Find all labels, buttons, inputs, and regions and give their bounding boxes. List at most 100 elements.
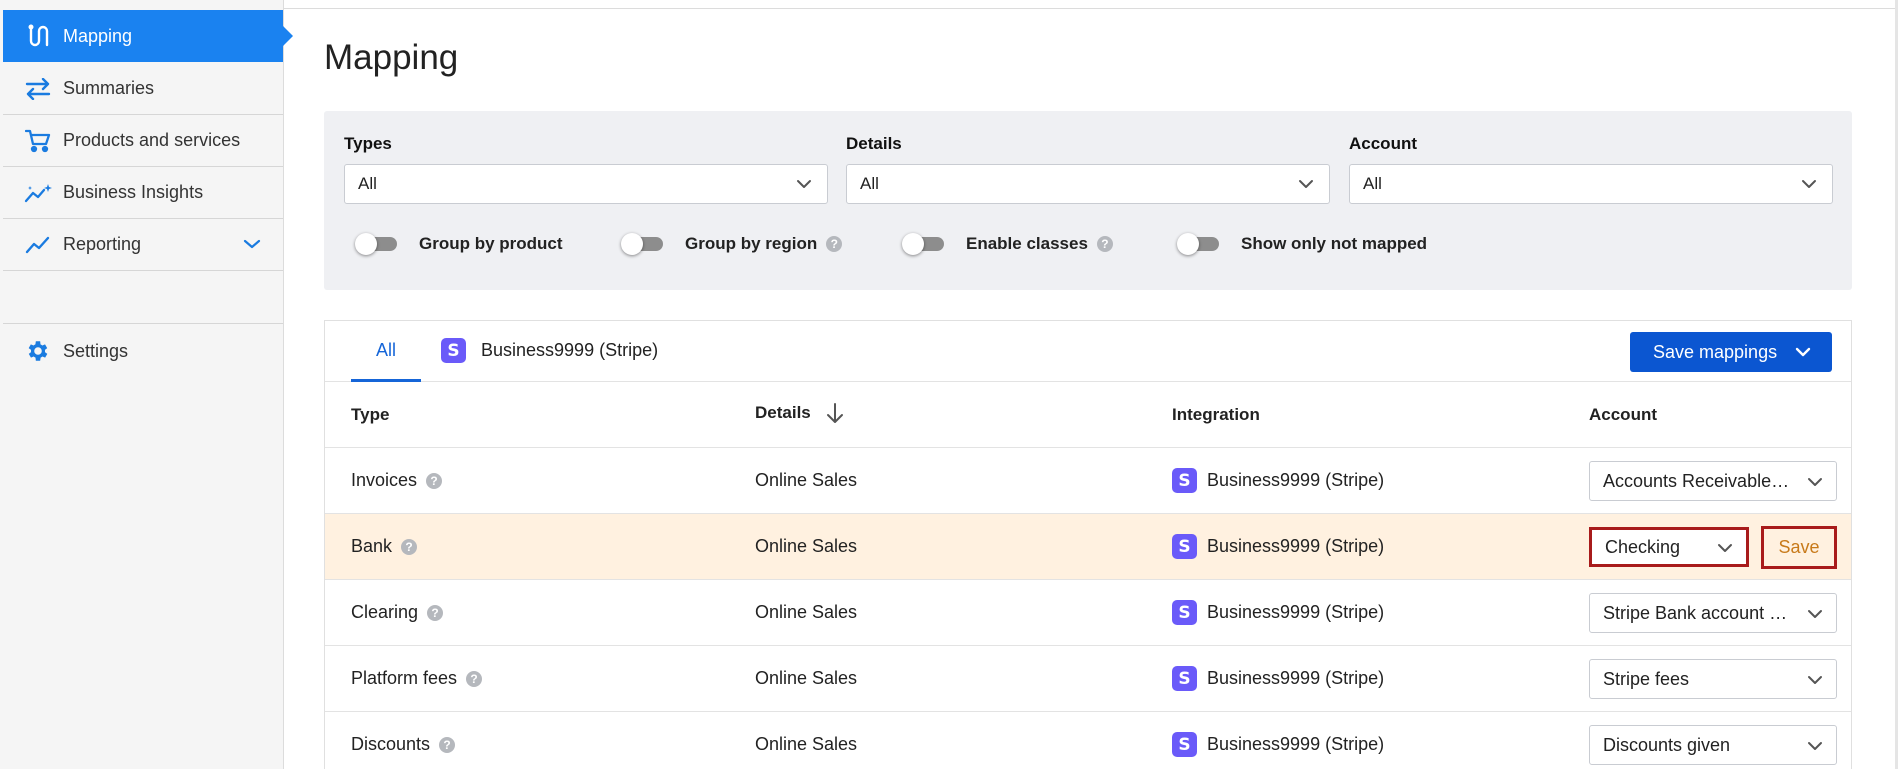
tab-label: Business9999 (Stripe) — [481, 340, 659, 360]
toggle-label: Show only not mapped — [1241, 234, 1428, 253]
types-select-value: All — [358, 174, 377, 193]
sidebar-item-products[interactable]: Products and services — [3, 115, 283, 167]
mapping-route-icon — [23, 21, 53, 51]
group-by-region-toggle-row: Group by region ? — [621, 233, 843, 255]
details-cell: Online Sales — [755, 602, 858, 622]
sidebar-item-label: Reporting — [63, 234, 142, 254]
type-cell: Bank ? — [351, 514, 418, 579]
help-icon[interactable]: ? — [439, 736, 456, 753]
type-label: Discounts — [351, 734, 431, 754]
account-value: Discounts given — [1603, 734, 1731, 755]
stripe-logo-icon: S — [1172, 732, 1197, 757]
gear-icon — [23, 336, 53, 366]
sidebar-item-settings[interactable]: Settings — [3, 325, 283, 377]
chevron-down-icon — [1806, 671, 1824, 694]
account-dropdown[interactable]: Stripe fees — [1589, 659, 1837, 699]
chevron-down-icon — [1716, 539, 1734, 562]
toggle-label: Enable classes — [966, 234, 1088, 253]
integration-label: Business9999 (Stripe) — [1207, 602, 1385, 622]
tabs-bar: All S Business9999 (Stripe) Save mapping… — [325, 321, 1851, 382]
details-cell: Online Sales — [755, 470, 858, 490]
account-value: Accounts Receivable (A/R) — [1603, 470, 1793, 491]
help-icon[interactable]: ? — [427, 604, 444, 621]
table-row: Invoices ? Online Sales S Business9999 (… — [325, 448, 1851, 514]
help-icon[interactable]: ? — [426, 472, 443, 489]
chevron-down-icon[interactable] — [243, 234, 261, 255]
sidebar-divider — [3, 272, 283, 324]
save-mappings-button[interactable]: Save mappings — [1630, 332, 1832, 372]
sparkle-chart-icon — [23, 178, 53, 208]
column-header-label: Details — [755, 403, 811, 422]
integration-cell: S Business9999 (Stripe) — [1172, 712, 1384, 769]
page-title: Mapping — [324, 38, 459, 77]
stripe-logo-icon: S — [1172, 534, 1197, 559]
integration-label: Business9999 (Stripe) — [1207, 470, 1385, 490]
details-cell: Online Sales — [755, 734, 858, 754]
sidebar: Mapping Summaries Products and services — [0, 0, 293, 769]
show-only-not-mapped-toggle-row: Show only not mapped — [1177, 233, 1427, 255]
account-dropdown[interactable]: Checking — [1589, 527, 1749, 567]
stripe-logo-icon: S — [1172, 666, 1197, 691]
types-filter-label: Types — [344, 134, 392, 153]
tab-all[interactable]: All — [351, 321, 421, 382]
account-dropdown[interactable]: Discounts given — [1589, 725, 1837, 765]
integration-cell: S Business9999 (Stripe) — [1172, 514, 1384, 579]
group-by-product-toggle[interactable] — [355, 233, 399, 255]
types-select[interactable]: All — [344, 164, 828, 204]
help-icon[interactable]: ? — [466, 670, 483, 687]
column-header-type[interactable]: Type — [351, 405, 389, 425]
sidebar-item-summaries[interactable]: Summaries — [3, 63, 283, 115]
type-label: Bank — [351, 536, 393, 556]
sort-arrow-down-icon — [825, 402, 845, 424]
help-icon[interactable]: ? — [826, 236, 843, 252]
column-header-integration[interactable]: Integration — [1172, 405, 1260, 425]
details-select[interactable]: All — [846, 164, 1330, 204]
table-row-modified: Bank ? Online Sales S Business9999 (Stri… — [325, 514, 1851, 580]
account-select[interactable]: All — [1349, 164, 1833, 204]
show-only-not-mapped-toggle[interactable] — [1177, 233, 1221, 255]
help-icon[interactable]: ? — [401, 538, 418, 555]
group-by-region-toggle[interactable] — [621, 233, 665, 255]
sidebar-item-mapping[interactable]: Mapping — [3, 10, 293, 62]
save-row-button[interactable]: Save — [1761, 526, 1837, 569]
chevron-down-icon[interactable] — [1794, 344, 1812, 365]
filters-panel: Types All Details All Account All Group … — [324, 111, 1852, 290]
sidebar-item-label: Business Insights — [63, 182, 204, 202]
table-row: Discounts ? Online Sales S Business9999 … — [325, 712, 1851, 769]
sidebar-item-label: Summaries — [63, 78, 155, 98]
stripe-logo-icon: S — [441, 338, 466, 363]
type-cell: Invoices ? — [351, 448, 443, 513]
enable-classes-toggle-row: Enable classes ? — [902, 233, 1113, 255]
sidebar-item-label: Settings — [63, 340, 129, 361]
table-row: Platform fees ? Online Sales S Business9… — [325, 646, 1851, 712]
trend-line-icon — [23, 230, 53, 260]
integration-cell: S Business9999 (Stripe) — [1172, 448, 1384, 513]
account-dropdown[interactable]: Accounts Receivable (A/R) — [1589, 461, 1837, 501]
account-filter-label: Account — [1349, 134, 1417, 153]
chevron-down-icon — [1806, 473, 1824, 496]
save-mappings-label: Save mappings — [1653, 341, 1778, 362]
column-header-details[interactable]: Details — [755, 402, 845, 424]
enable-classes-toggle[interactable] — [902, 233, 946, 255]
integration-label: Business9999 (Stripe) — [1207, 536, 1385, 556]
account-dropdown[interactable]: Stripe Bank account (restricted) — [1589, 593, 1837, 633]
type-cell: Platform fees ? — [351, 646, 483, 711]
chevron-down-icon — [1297, 175, 1315, 198]
integration-label: Business9999 (Stripe) — [1207, 734, 1385, 754]
stripe-logo-icon: S — [1172, 468, 1197, 493]
toggle-label: Group by region — [685, 234, 818, 253]
account-value: Stripe fees — [1603, 668, 1690, 689]
help-icon[interactable]: ? — [1096, 236, 1113, 252]
chevron-down-icon — [1806, 737, 1824, 760]
details-filter-label: Details — [846, 134, 902, 153]
sidebar-item-label: Products and services — [63, 130, 241, 150]
tab-business9999-stripe[interactable]: S Business9999 (Stripe) — [441, 338, 658, 363]
type-label: Platform fees — [351, 668, 458, 688]
account-value: Checking — [1605, 536, 1681, 557]
type-cell: Clearing ? — [351, 580, 444, 645]
column-header-account[interactable]: Account — [1589, 405, 1657, 425]
table-row: Clearing ? Online Sales S Business9999 (… — [325, 580, 1851, 646]
table-header: Type Details Integration Account — [325, 382, 1851, 448]
sidebar-item-business-insights[interactable]: Business Insights — [3, 167, 283, 219]
sidebar-item-reporting[interactable]: Reporting — [3, 219, 283, 271]
